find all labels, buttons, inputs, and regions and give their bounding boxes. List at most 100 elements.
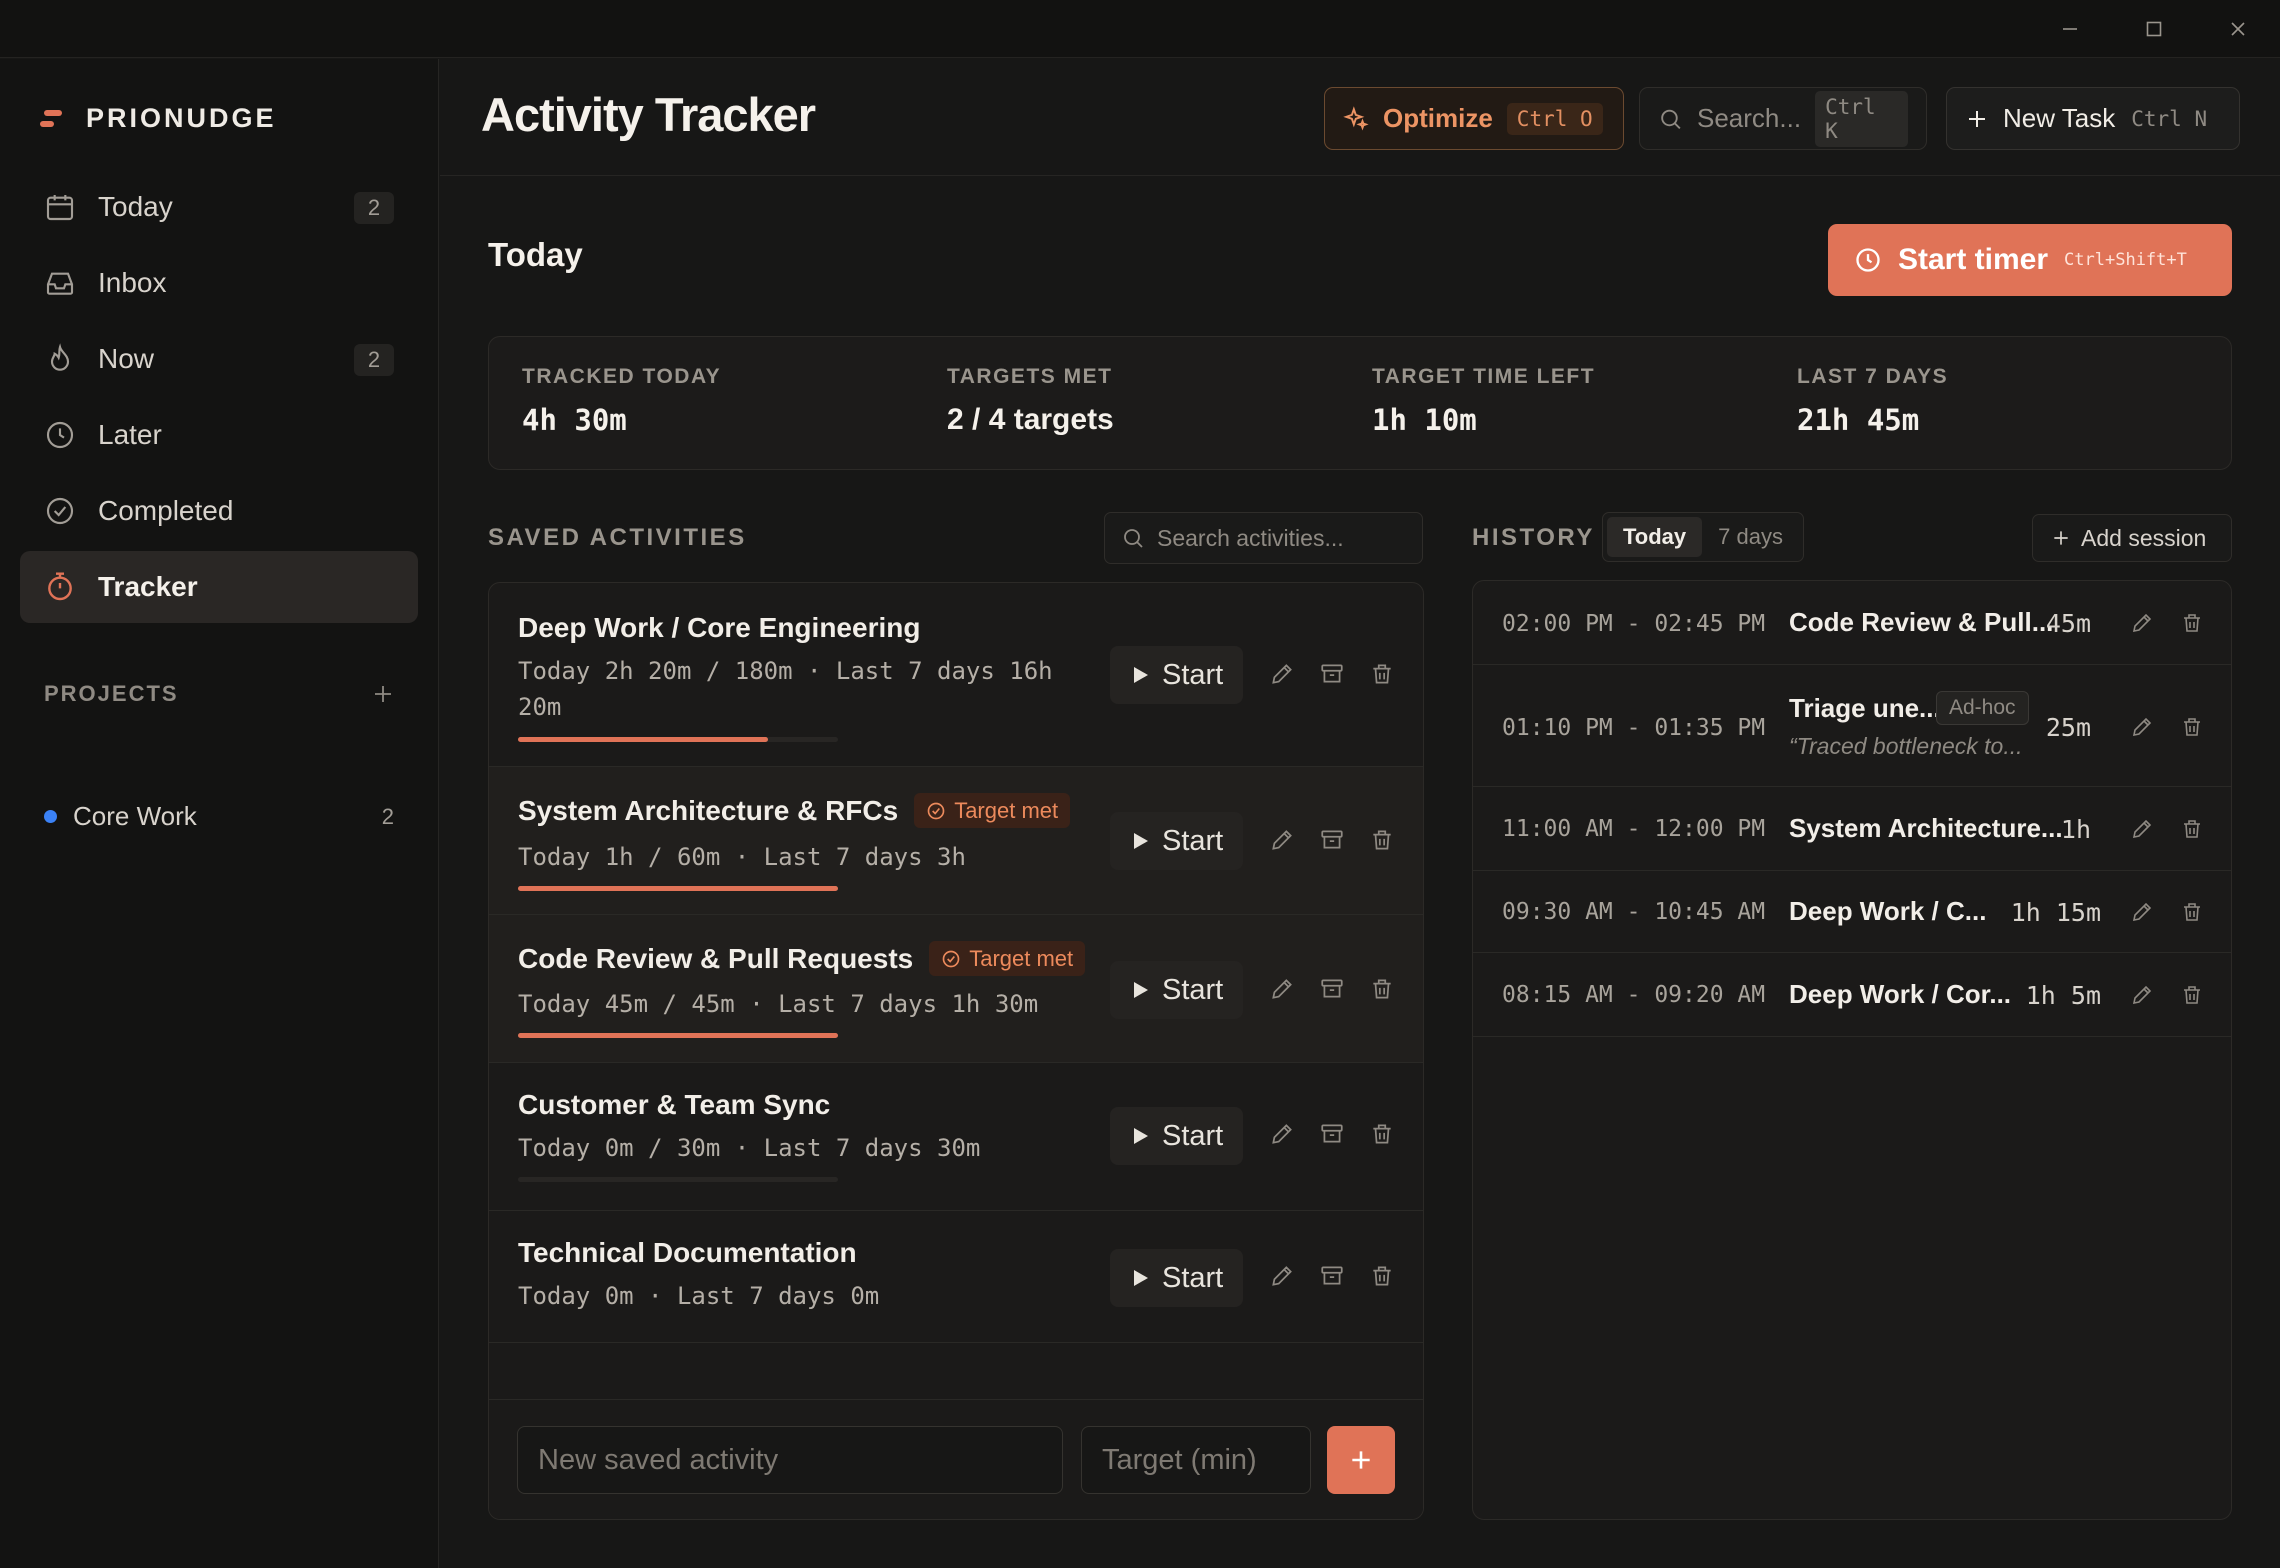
stat-tracked-today: TRACKED TODAY 4h 30m xyxy=(522,365,721,437)
edit-button[interactable] xyxy=(2127,814,2157,844)
archive-button[interactable] xyxy=(1317,1261,1347,1291)
list-item: Code Review & Pull Requests Target met T… xyxy=(489,915,1423,1063)
new-activity-target-input[interactable]: Target (min) xyxy=(1081,1426,1311,1494)
start-label: Start xyxy=(1162,973,1224,1006)
stat-value: 1h 10m xyxy=(1372,403,1477,437)
stat-label: TRACKED TODAY xyxy=(522,365,722,388)
history-row[interactable]: 08:15 AM - 09:20 AM Deep Work / Cor... 1… xyxy=(1473,953,2231,1037)
sparkles-icon xyxy=(1343,105,1369,131)
sidebar-item-label: Tracker xyxy=(98,571,198,602)
progress-fill xyxy=(518,886,838,891)
trash-icon xyxy=(2184,718,2200,736)
delete-button[interactable] xyxy=(2177,814,2207,844)
archive-button[interactable] xyxy=(1317,974,1347,1004)
page-header: Activity Tracker Optimize Ctrl O Search.… xyxy=(440,59,2280,176)
search-icon xyxy=(1124,529,1143,548)
pencil-icon xyxy=(1272,979,1292,999)
edit-button[interactable] xyxy=(1267,1261,1297,1291)
start-button[interactable]: Start xyxy=(1110,961,1243,1019)
sidebar-item-today[interactable]: Today 2 xyxy=(20,171,418,243)
maximize-button[interactable] xyxy=(2112,0,2196,58)
tab-7-days[interactable]: 7 days xyxy=(1702,517,1799,557)
delete-button[interactable] xyxy=(1367,825,1397,855)
session-time: 11:00 AM - 12:00 PM xyxy=(1502,816,1766,842)
start-button[interactable]: Start xyxy=(1110,1107,1243,1165)
stat-label: TARGETS MET xyxy=(947,365,1113,388)
trash-icon xyxy=(1373,664,1391,684)
edit-button[interactable] xyxy=(1267,825,1297,855)
archive-button[interactable] xyxy=(1317,659,1347,689)
minimize-button[interactable] xyxy=(2028,0,2112,58)
delete-button[interactable] xyxy=(2177,897,2207,927)
trash-icon xyxy=(2184,986,2200,1004)
logo-icon xyxy=(40,109,62,127)
trash-icon xyxy=(2184,820,2200,838)
pencil-icon xyxy=(2132,819,2152,839)
new-activity-name-placeholder: New saved activity xyxy=(538,1443,779,1476)
check-circle-icon xyxy=(46,497,74,525)
delete-button[interactable] xyxy=(2177,712,2207,742)
new-task-shortcut: Ctrl N xyxy=(2131,106,2208,131)
search-shortcut: Ctrl K xyxy=(1815,90,1908,147)
archive-button[interactable] xyxy=(1317,825,1347,855)
flame-icon xyxy=(50,343,70,371)
delete-button[interactable] xyxy=(2177,980,2207,1010)
edit-button[interactable] xyxy=(2127,712,2157,742)
delete-button[interactable] xyxy=(1367,659,1397,689)
add-project-icon[interactable] xyxy=(372,683,394,705)
project-item-core-work[interactable]: Core Work 2 xyxy=(44,801,394,832)
activity-meta: Today 45m / 45m · Last 7 days 1h 30m xyxy=(518,986,1038,1022)
add-activity-button[interactable] xyxy=(1327,1426,1395,1494)
add-session-button[interactable]: Add session xyxy=(2032,514,2232,562)
close-icon xyxy=(2231,22,2245,36)
tab-today[interactable]: Today xyxy=(1607,517,1703,557)
sidebar-item-label: Inbox xyxy=(98,267,167,298)
history-row[interactable]: 09:30 AM - 10:45 AM Deep Work / C... 1h … xyxy=(1473,871,2231,953)
delete-button[interactable] xyxy=(1367,974,1397,1004)
activities-search-input[interactable]: Search activities... xyxy=(1104,512,1423,564)
sidebar-item-completed[interactable]: Completed xyxy=(20,475,418,547)
stat-value: 2 / 4 targets xyxy=(947,403,1114,436)
history-row[interactable]: 01:10 PM - 01:35 PM Triage une... Ad-hoc… xyxy=(1473,665,2231,787)
start-timer-button[interactable]: Start timer Ctrl+Shift+T xyxy=(1828,224,2232,296)
play-icon xyxy=(1134,667,1148,683)
edit-button[interactable] xyxy=(1267,1119,1297,1149)
sidebar-item-tracker[interactable]: Tracker xyxy=(20,551,418,623)
pencil-icon xyxy=(1272,1266,1292,1286)
edit-button[interactable] xyxy=(1267,974,1297,1004)
archive-button[interactable] xyxy=(1317,1119,1347,1149)
delete-button[interactable] xyxy=(2177,608,2207,638)
history-row[interactable]: 02:00 PM - 02:45 PM Code Review & Pull..… xyxy=(1473,581,2231,665)
edit-button[interactable] xyxy=(2127,897,2157,927)
delete-button[interactable] xyxy=(1367,1119,1397,1149)
start-label: Start xyxy=(1162,824,1224,857)
trash-icon xyxy=(1373,979,1391,999)
optimize-button[interactable]: Optimize Ctrl O xyxy=(1324,87,1624,150)
global-search[interactable]: Search... Ctrl K xyxy=(1639,87,1927,150)
history-row[interactable]: 11:00 AM - 12:00 PM System Architecture.… xyxy=(1473,787,2231,871)
edit-button[interactable] xyxy=(2127,980,2157,1010)
start-button[interactable]: Start xyxy=(1110,1249,1243,1307)
edit-button[interactable] xyxy=(2127,608,2157,638)
progress-bar xyxy=(518,886,838,891)
sidebar-item-now[interactable]: Now 2 xyxy=(20,323,418,395)
start-button[interactable]: Start xyxy=(1110,646,1243,704)
inbox-icon xyxy=(46,272,74,295)
activity-meta-line: Today 2h 20m / 180m · Last 7 days 16h xyxy=(518,657,1053,685)
stat-label: TARGET TIME LEFT xyxy=(1372,365,1596,388)
activity-name: Customer & Team Sync xyxy=(518,1089,830,1121)
new-task-button[interactable]: New Task Ctrl N xyxy=(1946,87,2240,150)
activity-name: Deep Work / Core Engineering xyxy=(518,612,920,644)
stat-label: LAST 7 DAYS xyxy=(1797,365,1949,388)
sidebar-item-later[interactable]: Later xyxy=(20,399,418,471)
sidebar-item-inbox[interactable]: Inbox xyxy=(20,247,418,319)
activity-meta-line: Today 0m / 30m · Last 7 days 30m xyxy=(518,1134,981,1162)
close-button[interactable] xyxy=(2196,0,2280,58)
delete-button[interactable] xyxy=(1367,1261,1397,1291)
new-activity-name-input[interactable]: New saved activity xyxy=(517,1426,1063,1494)
activity-meta-line: Today 45m / 45m · Last 7 days 1h 30m xyxy=(518,990,1039,1018)
activity-meta-line: Today 0m · Last 7 days 0m xyxy=(518,1282,880,1310)
start-button[interactable]: Start xyxy=(1110,812,1243,870)
play-icon xyxy=(1134,833,1148,849)
edit-button[interactable] xyxy=(1267,659,1297,689)
